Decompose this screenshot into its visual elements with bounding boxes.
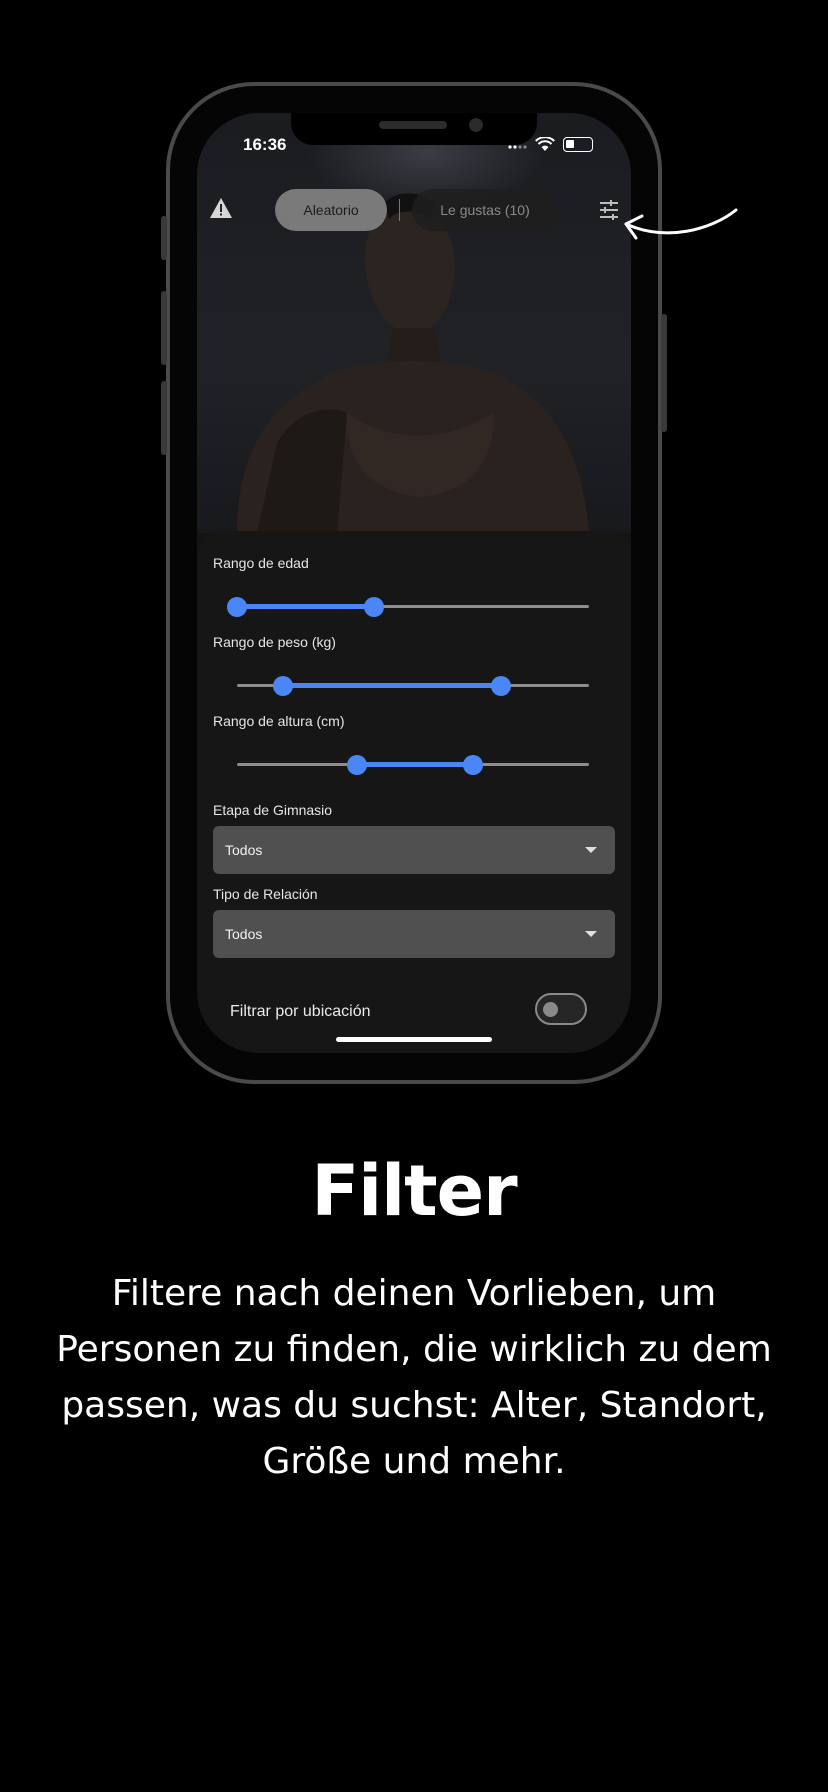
tab-random[interactable]: Aleatorio <box>275 189 387 231</box>
slider-thumb-min[interactable] <box>272 676 293 696</box>
location-filter-label: Filtrar por ubicación <box>230 1003 371 1020</box>
age-range-label: Rango de edad <box>213 555 309 571</box>
front-camera <box>469 118 483 132</box>
slider-thumb-max[interactable] <box>491 676 511 696</box>
toggle-knob <box>543 1002 558 1017</box>
wifi-icon <box>535 137 555 151</box>
speaker <box>379 121 447 129</box>
tab-divider <box>399 199 400 221</box>
power-button <box>661 314 667 432</box>
gym-stage-value: Todos <box>225 842 263 858</box>
filter-sliders-icon[interactable] <box>597 198 621 222</box>
pointing-arrow-icon <box>624 208 738 240</box>
relation-type-label: Tipo de Relación <box>213 886 318 902</box>
battery-icon <box>563 137 593 152</box>
slider-fill <box>356 762 473 767</box>
slider-thumb-min[interactable] <box>227 597 247 617</box>
notch <box>291 113 537 145</box>
height-range-slider[interactable] <box>237 755 589 775</box>
relation-type-value: Todos <box>225 926 263 942</box>
dropdown-caret-icon <box>585 931 597 937</box>
slider-thumb-max[interactable] <box>364 597 385 617</box>
warning-icon[interactable] <box>209 197 233 219</box>
weight-range-slider[interactable] <box>237 676 589 696</box>
slider-thumb-min[interactable] <box>346 755 367 775</box>
cellular-icon <box>508 144 527 149</box>
promo-headline: Filter <box>311 1150 517 1232</box>
age-range-slider[interactable] <box>227 597 589 617</box>
slider-thumb-max[interactable] <box>462 755 483 775</box>
profile-photo <box>197 113 631 533</box>
filter-panel: Rango de edad Rango de peso (kg) Rango d… <box>197 531 631 1053</box>
gym-stage-select[interactable]: Todos <box>213 826 615 874</box>
slider-fill <box>282 683 501 688</box>
status-icons <box>507 137 593 152</box>
slider-fill <box>237 604 375 609</box>
height-range-label: Rango de altura (cm) <box>213 713 345 729</box>
gym-stage-label: Etapa de Gimnasio <box>213 802 333 818</box>
status-time: 16:36 <box>243 135 287 154</box>
promo-page: 16:36 Aleatorio Le gustas (10) Rango de … <box>0 0 828 1792</box>
location-filter-toggle[interactable] <box>535 993 587 1025</box>
dropdown-caret-icon <box>585 847 597 853</box>
phone-screen: 16:36 Aleatorio Le gustas (10) Rango de … <box>197 113 631 1053</box>
weight-range-label: Rango de peso (kg) <box>213 634 336 650</box>
top-bar: Aleatorio Le gustas (10) <box>197 189 631 231</box>
phone-mockup: 16:36 Aleatorio Le gustas (10) Rango de … <box>161 82 667 1084</box>
home-indicator <box>336 1037 492 1042</box>
volume-up-button <box>161 291 167 365</box>
volume-down-button <box>161 381 167 455</box>
promo-description: Filtere nach deinen Vorlieben, um Person… <box>56 1273 772 1482</box>
relation-type-select[interactable]: Todos <box>213 910 615 958</box>
tab-likes[interactable]: Le gustas (10) <box>412 189 558 231</box>
silent-switch <box>161 216 167 260</box>
